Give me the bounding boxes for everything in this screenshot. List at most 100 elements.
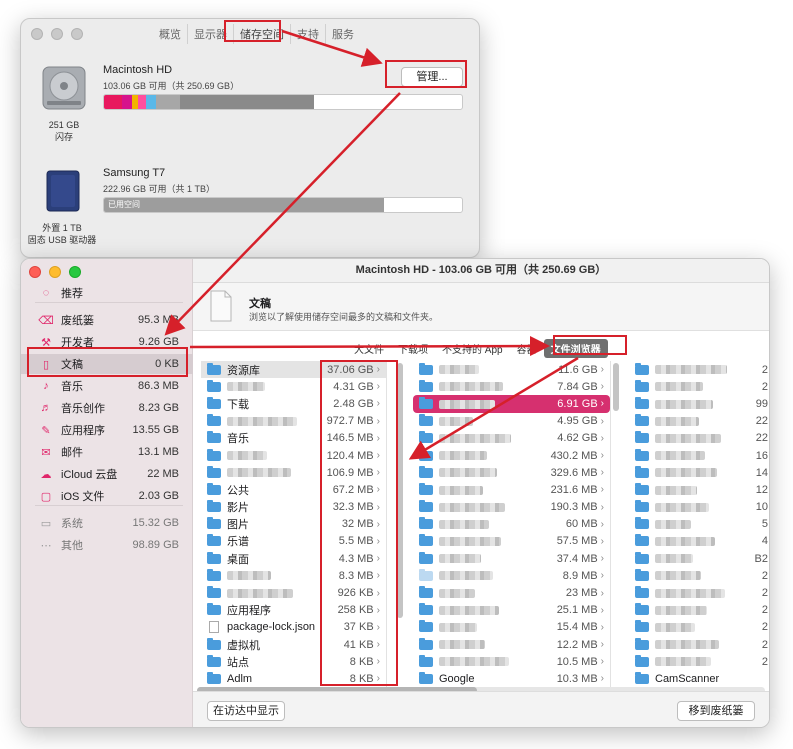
file-row[interactable]: 4: [629, 533, 769, 550]
file-row[interactable]: 2: [629, 361, 769, 378]
sidebar-item-8[interactable]: ☁ iCloud 云盘 22 MB: [21, 464, 193, 484]
file-size: 10.3 MB: [556, 672, 598, 685]
redacted-name: [439, 537, 501, 547]
redacted-name: [227, 571, 271, 581]
sidebar-divider: [35, 505, 183, 506]
tab-large-files[interactable]: 大文件: [347, 339, 391, 358]
sidebar-item-7[interactable]: ✉ 邮件 13.1 MB: [21, 442, 193, 462]
tab-support[interactable]: 支持: [291, 24, 326, 44]
folder-icon: [635, 379, 649, 392]
redacted-name: [439, 554, 481, 564]
folder-icon: [207, 414, 221, 427]
file-row[interactable]: 4.95 GB ›: [413, 413, 610, 430]
file-row[interactable]: 2: [629, 602, 769, 619]
disk2-capacity: 外置 1 TB: [42, 223, 82, 233]
column2-scrollbar[interactable]: [613, 363, 619, 411]
file-row[interactable]: 11.6 GB ›: [413, 361, 610, 378]
file-row[interactable]: 5: [629, 516, 769, 533]
tab-containers[interactable]: 容器: [510, 339, 544, 358]
sidebar-item-size: 8.23 GB: [138, 402, 179, 414]
sidebar-item-6[interactable]: ✎ 应用程序 13.55 GB: [21, 420, 193, 440]
chevron-right-icon: ›: [600, 501, 604, 513]
file-row[interactable]: 15.4 MB ›: [413, 619, 610, 636]
file-row[interactable]: 190.3 MB ›: [413, 499, 610, 516]
file-row[interactable]: 16: [629, 447, 769, 464]
minimize-button[interactable]: [49, 266, 61, 278]
file-name: [439, 570, 563, 582]
file-row[interactable]: 99: [629, 395, 769, 412]
sidebar-item-0[interactable]: ◌ 推荐: [21, 283, 193, 303]
file-row[interactable]: 2: [629, 584, 769, 601]
file-row[interactable]: 430.2 MB ›: [413, 447, 610, 464]
file-row[interactable]: 2: [629, 636, 769, 653]
file-row[interactable]: 7.84 GB ›: [413, 378, 610, 395]
chevron-right-icon: ›: [600, 484, 604, 496]
close-button[interactable]: [29, 266, 41, 278]
sidebar-item-5[interactable]: ♬ 音乐创作 8.23 GB: [21, 398, 193, 418]
tab-downloads[interactable]: 下载项: [391, 339, 435, 358]
folder-icon: [635, 431, 649, 444]
file-row[interactable]: 6.91 GB ›: [413, 395, 610, 413]
folder-icon: [635, 654, 649, 667]
apps-icon: ✎: [41, 424, 51, 437]
file-row[interactable]: 2: [629, 653, 769, 670]
folder-icon: [419, 603, 433, 616]
file-row[interactable]: 23 MB ›: [413, 584, 610, 601]
file-size: 2: [761, 363, 768, 376]
file-size: 7.84 GB: [557, 380, 598, 393]
zoom-button[interactable]: [69, 266, 81, 278]
tab-service[interactable]: 服务: [326, 24, 360, 44]
file-name: [655, 604, 762, 616]
folder-icon: [419, 671, 433, 684]
show-in-finder-button[interactable]: 在访达中显示: [207, 701, 285, 721]
file-row[interactable]: 22: [629, 413, 769, 430]
file-row[interactable]: Google 10.3 MB ›: [413, 670, 610, 687]
sidebar-item-label: 系统: [61, 518, 83, 530]
file-size: 60 MB: [565, 518, 598, 531]
file-row[interactable]: 8.9 MB ›: [413, 567, 610, 584]
disk2-used-segment: 已用空间: [104, 198, 384, 212]
tab-unsupported-apps[interactable]: 不支持的 App: [435, 339, 510, 358]
file-row[interactable]: 10.5 MB ›: [413, 653, 610, 670]
redacted-name: [655, 451, 705, 461]
redacted-name: [439, 571, 493, 581]
file-row[interactable]: 2: [629, 619, 769, 636]
window-title: Macintosh HD - 103.06 GB 可用（共 250.69 GB）: [193, 259, 769, 283]
close-button[interactable]: [31, 28, 43, 40]
tab-overview[interactable]: 概览: [153, 24, 188, 44]
file-row[interactable]: 57.5 MB ›: [413, 533, 610, 550]
file-row[interactable]: 4.62 GB ›: [413, 430, 610, 447]
file-row[interactable]: 12: [629, 481, 769, 498]
music-creation-icon: ♬: [40, 402, 52, 414]
file-row[interactable]: 2: [629, 567, 769, 584]
file-row[interactable]: 231.6 MB ›: [413, 481, 610, 498]
file-row[interactable]: 329.6 MB ›: [413, 464, 610, 481]
file-row[interactable]: 10: [629, 499, 769, 516]
chevron-right-icon: ›: [600, 450, 604, 462]
sidebar-item-11[interactable]: ⋯ 其他 98.89 GB: [21, 535, 193, 555]
file-row[interactable]: B2: [629, 550, 769, 567]
sidebar-item-4[interactable]: ♪ 音乐 86.3 MB: [21, 376, 193, 396]
file-row[interactable]: 25.1 MB ›: [413, 602, 610, 619]
disk2-type: 固态 USB 驱动器: [27, 235, 97, 245]
file-row[interactable]: 37.4 MB ›: [413, 550, 610, 567]
minimize-button[interactable]: [51, 28, 63, 40]
file-row[interactable]: 22: [629, 430, 769, 447]
folder-icon: [635, 362, 649, 375]
file-row[interactable]: 60 MB ›: [413, 516, 610, 533]
zoom-button[interactable]: [71, 28, 83, 40]
file-row[interactable]: 12.2 MB ›: [413, 636, 610, 653]
usage-segment: [138, 95, 146, 109]
file-row[interactable]: 2: [629, 378, 769, 395]
folder-icon: [419, 620, 433, 633]
file-size: 190.3 MB: [550, 501, 598, 514]
sidebar-item-10[interactable]: ▭ 系统 15.32 GB: [21, 513, 193, 533]
sidebar-item-9[interactable]: ▢ iOS 文件 2.03 GB: [21, 486, 193, 506]
file-row[interactable]: CamScanner: [629, 670, 769, 687]
file-name: [227, 381, 333, 393]
file-name: [655, 639, 762, 651]
file-size: 4.62 GB: [557, 432, 598, 445]
move-to-trash-button[interactable]: 移到废纸篓: [677, 701, 755, 721]
file-row[interactable]: 14: [629, 464, 769, 481]
sidebar-item-1[interactable]: ⌫ 废纸篓 95.3 MB: [21, 310, 193, 330]
